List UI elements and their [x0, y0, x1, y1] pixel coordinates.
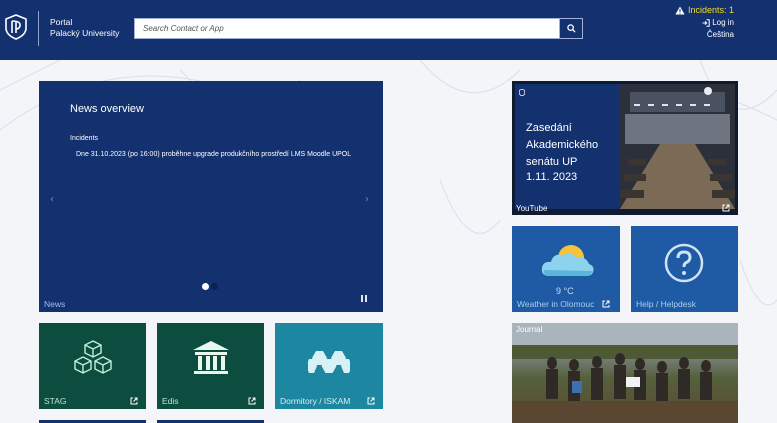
external-link-icon[interactable]: [367, 397, 375, 405]
pause-icon[interactable]: [361, 295, 368, 303]
edis-tile[interactable]: Edis: [157, 323, 264, 409]
carousel-dot-1[interactable]: [202, 283, 209, 290]
news-category: Incidents: [70, 135, 99, 142]
external-link-icon[interactable]: [130, 397, 138, 405]
portal-title-line2: Palacký University: [50, 28, 120, 38]
dormitory-tile[interactable]: Dormitory / ISKAM: [275, 323, 383, 409]
university-logo[interactable]: [5, 14, 27, 40]
sign-in-icon: [702, 18, 710, 27]
temperature-value: 9 °C: [556, 286, 574, 296]
logo-divider: [38, 11, 39, 46]
incidents-link[interactable]: Incidents: 1: [675, 5, 734, 15]
weather-tile[interactable]: 9 °C Weather in Olomouc: [512, 226, 620, 312]
weather-label: Weather in Olomouc: [517, 299, 595, 309]
external-link-icon[interactable]: [248, 397, 256, 405]
senate-hall-photo: [620, 84, 735, 209]
honeycomb-icon: [308, 351, 350, 373]
external-link-icon[interactable]: [602, 300, 610, 308]
video-tile[interactable]: Zasedání Akademického senátu UP 1.11. 20…: [512, 81, 738, 215]
edis-label: Edis: [162, 396, 179, 406]
university-logo-small: [519, 89, 525, 96]
video-title: Zasedání Akademického senátu UP: [526, 120, 598, 171]
news-item-text[interactable]: Dne 31.10.2023 (po 16:00) proběhne upgra…: [76, 149, 366, 161]
search-input[interactable]: [135, 19, 559, 38]
carousel-dot-2[interactable]: [211, 283, 218, 290]
stag-label: STAG: [44, 396, 67, 406]
video-title-line3: senátu UP: [526, 156, 578, 168]
login-link[interactable]: Log in: [702, 18, 734, 27]
incidents-label: Incidents: 1: [687, 5, 734, 15]
help-tile[interactable]: Help / Helpdesk: [631, 226, 738, 312]
login-label: Log in: [712, 18, 734, 27]
journal-label: Journal: [516, 325, 543, 334]
cubes-icon: [74, 340, 112, 374]
video-date: 1.11. 2023: [526, 171, 578, 183]
video-title-line2: Akademického: [526, 139, 599, 151]
news-label: News: [44, 299, 66, 309]
carousel-prev-icon[interactable]: ‹: [50, 194, 54, 205]
news-title: News overview: [70, 103, 144, 115]
youtube-label: YouTube: [516, 204, 548, 213]
help-label: Help / Helpdesk: [636, 299, 697, 309]
search-button[interactable]: [559, 19, 582, 38]
warning-icon: [675, 6, 685, 14]
partly-cloudy-icon: [541, 245, 594, 276]
search-box: [134, 18, 583, 39]
portal-title-line1: Portal: [50, 17, 73, 27]
search-icon: [566, 24, 576, 33]
language-switch[interactable]: Čeština: [707, 30, 734, 39]
external-link-icon[interactable]: [722, 204, 730, 212]
question-icon: [664, 243, 704, 283]
carousel-indicators: [202, 283, 218, 290]
stag-tile[interactable]: STAG: [39, 323, 146, 409]
journal-tile[interactable]: Journal: [512, 323, 738, 423]
top-bar: Portal Palacký University Incidents: 1 L…: [0, 0, 777, 60]
video-title-card: Zasedání Akademického senátu UP 1.11. 20…: [515, 84, 621, 209]
group-photo: [512, 323, 738, 423]
video-title-line1: Zasedání: [526, 122, 572, 134]
portal-title[interactable]: Portal Palacký University: [50, 17, 119, 39]
building-icon: [193, 341, 229, 374]
dormitory-label: Dormitory / ISKAM: [280, 396, 351, 406]
carousel-next-icon[interactable]: ›: [365, 194, 369, 205]
news-carousel[interactable]: News overview Incidents Dne 31.10.2023 (…: [39, 81, 383, 312]
